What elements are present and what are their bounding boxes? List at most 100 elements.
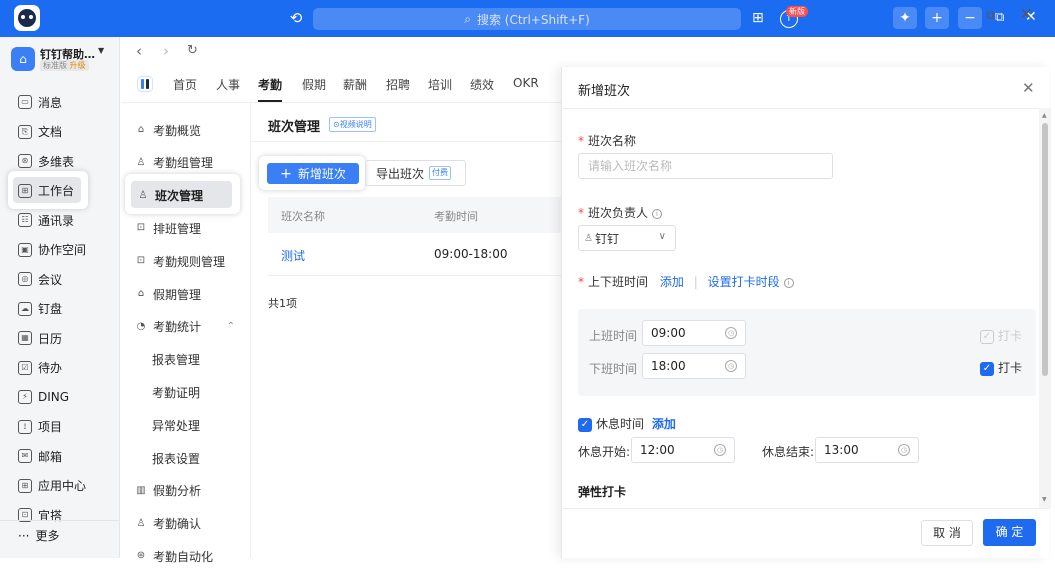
cancel-button[interactable]: 取 消 xyxy=(921,520,973,546)
rail-item-projects[interactable]: ⟟ 项目 xyxy=(0,413,119,441)
video-help-tag[interactable]: ⊙视频说明 xyxy=(329,117,376,132)
rail-item-contacts[interactable]: ☷ 通讯录 xyxy=(0,206,119,234)
tab-8[interactable]: OKR xyxy=(513,76,539,90)
scroll-down-icon[interactable]: ▼ xyxy=(1042,496,1047,503)
submenu-item-8[interactable]: 考勤证明 xyxy=(121,378,251,406)
submenu-item-3[interactable]: ⊡ 排班管理 xyxy=(121,214,251,242)
confirm-button[interactable]: 确 定 xyxy=(983,519,1036,546)
module-tabs: 首页 人事 考勤 假期 薪酬 招聘 培训 绩效 OKR xyxy=(121,67,561,103)
divider xyxy=(561,508,1049,509)
forward-icon[interactable]: › xyxy=(163,42,169,60)
caret-down-icon[interactable]: ▼ xyxy=(98,46,104,55)
submenu-item-9[interactable]: 异常处理 xyxy=(121,411,251,439)
off-duty-clock-checkbox[interactable]: ✓ 打卡 xyxy=(980,359,1022,376)
chevron-down-icon: ∨ xyxy=(658,231,666,242)
rest-end-input[interactable]: 13:00 ◷ xyxy=(815,437,919,463)
export-shift-button[interactable]: 导出班次 付费 xyxy=(365,160,466,186)
shift-owner-select[interactable]: ♙ 钉钉 ∨ xyxy=(578,225,676,251)
rest-start-label: 休息开始: xyxy=(578,445,631,459)
table-row[interactable]: 测试 09:00-18:00 xyxy=(268,233,561,276)
rail-item-app-center[interactable]: ⊞ 应用中心 xyxy=(0,472,119,500)
drawer-close-icon[interactable]: ✕ xyxy=(1022,79,1035,97)
back-icon[interactable]: ‹ xyxy=(136,42,142,60)
tab-4[interactable]: 薪酬 xyxy=(343,76,367,93)
submenu-item-0[interactable]: ⌂ 考勤概览 xyxy=(121,116,251,144)
page-title: 班次管理 xyxy=(268,120,321,135)
rail-item-ding[interactable]: ⚡ DING xyxy=(0,383,119,411)
chevron-up-icon[interactable]: ⌃ xyxy=(227,321,235,332)
submenu-item-4[interactable]: ⊡ 考勤规则管理 xyxy=(121,247,251,275)
on-duty-time-input[interactable]: 09:00 ◷ xyxy=(642,320,746,346)
shift-owner-label: * 班次负责人 i xyxy=(578,204,663,221)
magic-wand-icon[interactable]: ✦ xyxy=(893,7,917,29)
rail-item-messages[interactable]: ▭ 消息 xyxy=(0,88,119,116)
checkbox-checked-icon: ✓ xyxy=(980,361,994,376)
add-time-link[interactable]: 添加 xyxy=(660,275,684,289)
search-input[interactable]: ⌕ 搜索 (Ctrl+Shift+F) xyxy=(313,8,741,30)
info-icon[interactable]: i xyxy=(783,277,794,288)
org-avatar[interactable]: ⌂ xyxy=(11,47,35,71)
rail-item-mail[interactable]: ✉ 邮箱 xyxy=(0,442,119,470)
clock-icon: ◷ xyxy=(898,444,910,456)
add-icon[interactable]: + xyxy=(925,7,949,29)
submenu-item-icon: ▥ xyxy=(136,484,146,496)
dingtalk-logo-icon[interactable] xyxy=(14,5,40,31)
paid-badge: 付费 xyxy=(429,166,452,180)
on-duty-clock-checkbox[interactable]: ✓ 打卡 xyxy=(980,327,1022,344)
restore-window-icon[interactable]: ⧉ xyxy=(995,10,1004,25)
rail-more[interactable]: ··· 更多 xyxy=(0,520,119,550)
rest-end-label: 休息结束: xyxy=(762,445,815,459)
app-center-icon: ⊞ xyxy=(18,478,32,493)
submenu-item-1[interactable]: ♙ 考勤组管理 xyxy=(121,149,251,177)
submenu-item-10[interactable]: 报表设置 xyxy=(121,444,251,472)
tab-3[interactable]: 假期 xyxy=(302,76,326,93)
more-icon: ··· xyxy=(18,528,30,543)
submenu-item-icon: ◔ xyxy=(136,320,146,332)
rail-item-drive[interactable]: ☁ 钉盘 xyxy=(0,295,119,323)
contacts-icon: ☷ xyxy=(18,213,32,227)
submenu-item-7[interactable]: 报表管理 xyxy=(121,346,251,374)
rail-item-workbench[interactable]: ⊞ 工作台 xyxy=(8,177,88,205)
add-shift-button[interactable]: + 新增班次 xyxy=(267,163,359,184)
set-clock-period-link[interactable]: 设置打卡时段 xyxy=(708,275,780,289)
refresh-icon[interactable]: ↻ xyxy=(187,43,198,58)
tab-2[interactable]: 考勤 xyxy=(258,76,282,93)
scrollbar-thumb[interactable] xyxy=(1042,123,1048,376)
submenu-item-icon: ⌂ xyxy=(137,288,145,299)
info-icon[interactable]: i xyxy=(652,208,663,219)
workbench-icon: ⊞ xyxy=(18,183,32,198)
apps-grid-icon[interactable]: ⊞ xyxy=(752,10,764,26)
submenu-item-11[interactable]: ▥ 假勤分析 xyxy=(121,477,251,505)
tab-7[interactable]: 绩效 xyxy=(470,76,494,93)
search-icon: ⌕ xyxy=(464,11,471,26)
clock-icon: ◷ xyxy=(725,327,737,339)
tab-1[interactable]: 人事 xyxy=(216,76,240,93)
rest-add-link[interactable]: 添加 xyxy=(652,417,676,431)
submenu-item-5[interactable]: ⌂ 假期管理 xyxy=(121,280,251,308)
rail-item-calendar[interactable]: ▦ 日历 xyxy=(0,324,119,352)
submenu-item-2[interactable]: ♙ 班次管理 xyxy=(127,182,237,210)
scroll-up-icon[interactable]: ▲ xyxy=(1042,112,1047,119)
off-duty-time-input[interactable]: 18:00 ◷ xyxy=(642,353,746,379)
nav-row: ‹ › ↻ xyxy=(121,37,1055,67)
rail-item-meetings[interactable]: ◎ 会议 xyxy=(0,265,119,293)
rail-item-collab-space[interactable]: ▣ 协作空间 xyxy=(0,236,119,264)
rest-time-checkbox[interactable]: ✓ 休息时间 添加 xyxy=(578,415,676,432)
submenu-item-12[interactable]: ♙ 考勤确认 xyxy=(121,510,251,538)
submenu-item-6[interactable]: ◔ 考勤统计 ⌃ xyxy=(121,313,251,341)
shift-name-link[interactable]: 测试 xyxy=(281,247,305,264)
tab-0[interactable]: 首页 xyxy=(173,76,197,93)
close-icon[interactable]: ✕ xyxy=(1020,5,1033,23)
tab-5[interactable]: 招聘 xyxy=(386,76,410,93)
rail-item-tables[interactable]: ⊛ 多维表 xyxy=(0,147,119,175)
history-icon[interactable]: ⟲ xyxy=(287,9,305,27)
minimize-icon[interactable]: − xyxy=(958,7,982,29)
rail-item-todo[interactable]: ☑ 待办 xyxy=(0,354,119,382)
rail-item-docs[interactable]: ⎘ 文档 xyxy=(0,118,119,146)
org-plan-badge[interactable]: 标准版 升级 xyxy=(40,60,89,71)
tab-6[interactable]: 培训 xyxy=(428,76,452,93)
rest-start-input[interactable]: 12:00 ◷ xyxy=(631,437,735,463)
column-header-time: 考勤时间 xyxy=(434,210,478,223)
shift-name-input[interactable]: 请输入班次名称 xyxy=(578,153,833,179)
popout-icon[interactable]: ⧉ xyxy=(986,8,995,23)
